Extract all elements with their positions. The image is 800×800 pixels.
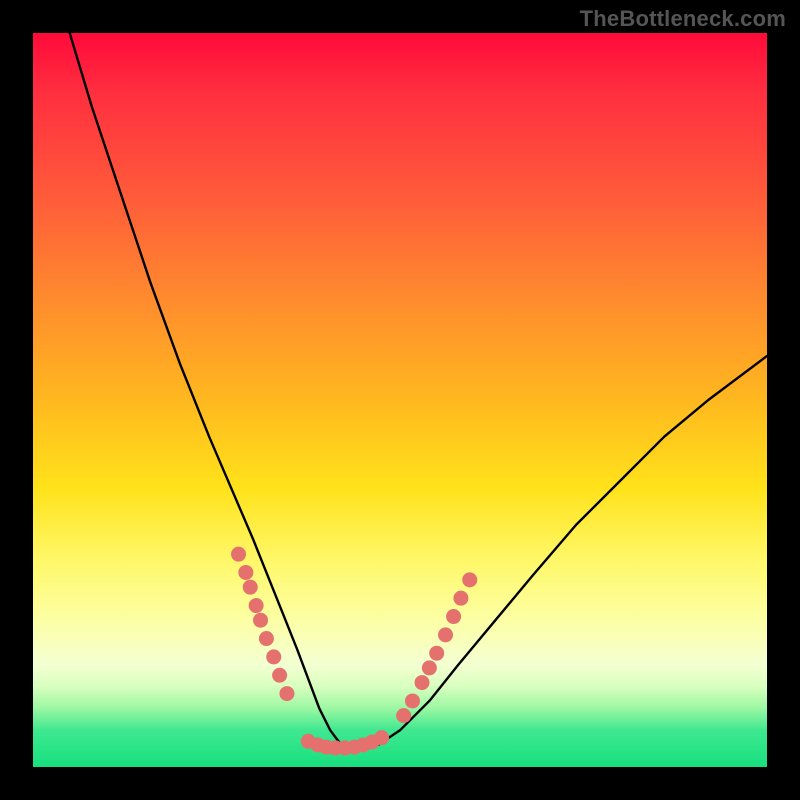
scatter-dot	[253, 613, 268, 628]
scatter-dot	[438, 627, 453, 642]
scatter-dot	[429, 646, 444, 661]
scatter-dot	[415, 675, 430, 690]
scatter-dot	[272, 668, 287, 683]
scatter-dot	[238, 565, 253, 580]
scatter-dot	[446, 609, 461, 624]
scatter-dot	[405, 693, 420, 708]
scatter-dot	[453, 591, 468, 606]
scatter-dot	[266, 649, 281, 664]
chart-stage: TheBottleneck.com	[0, 0, 800, 800]
scatter-dot	[462, 572, 477, 587]
scatter-dot	[249, 598, 264, 613]
bottleneck-curve	[70, 33, 767, 749]
chart-svg	[33, 33, 767, 767]
scatter-dot	[279, 686, 294, 701]
scatter-dot	[374, 730, 389, 745]
scatter-dot	[396, 708, 411, 723]
watermark-text: TheBottleneck.com	[580, 6, 786, 32]
scatter-dot	[259, 631, 274, 646]
scatter-dot	[243, 580, 258, 595]
plot-area	[33, 33, 767, 767]
scatter-dot	[231, 547, 246, 562]
scatter-dot	[422, 660, 437, 675]
